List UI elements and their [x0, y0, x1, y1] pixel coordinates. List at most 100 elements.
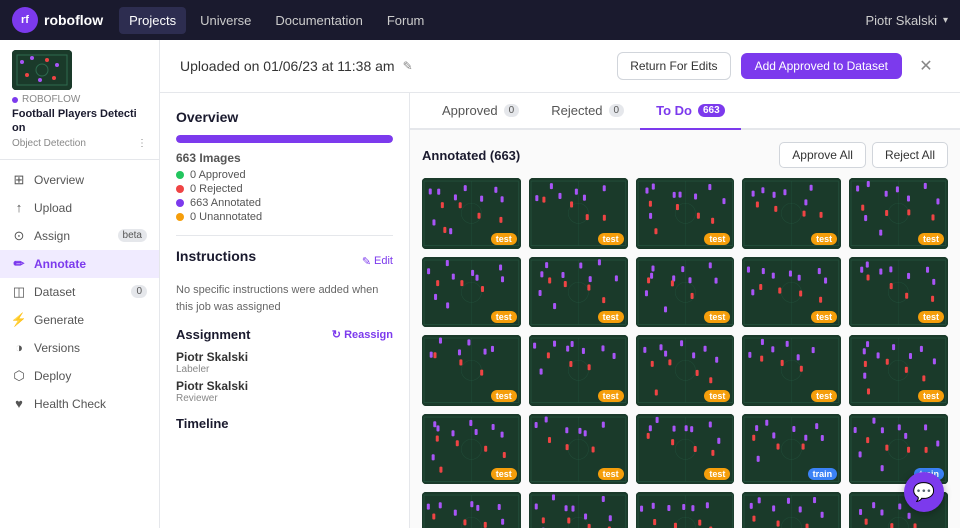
sidebar-item-generate[interactable]: ⚡ Generate — [0, 306, 159, 334]
annotated-header: Annotated (663) Approve All Reject All — [422, 142, 948, 168]
reject-all-button[interactable]: Reject All — [872, 142, 948, 168]
close-button[interactable]: ✕ — [912, 52, 940, 80]
sidebar-item-dataset[interactable]: ◫ Dataset 0 — [0, 278, 159, 306]
sidebar-item-label: Upload — [34, 201, 72, 215]
image-cell[interactable]: test — [636, 178, 735, 249]
sidebar-item-label: Dataset — [34, 285, 75, 299]
logo[interactable]: rf roboflow — [12, 7, 103, 33]
sidebar-item-label: Annotate — [34, 257, 86, 271]
divider-1 — [176, 235, 393, 236]
nav-universe[interactable]: Universe — [190, 7, 261, 34]
project-type: Object Detection ⋮ — [12, 138, 147, 149]
image-cell[interactable]: test — [742, 492, 841, 528]
content-area: Uploaded on 01/06/23 at 11:38 am ✎ Retur… — [160, 40, 960, 528]
sidebar-item-upload[interactable]: ↑ Upload — [0, 194, 159, 222]
nav-projects[interactable]: Projects — [119, 7, 186, 34]
reassign-link[interactable]: ↻ Reassign — [332, 328, 393, 341]
image-tag: test — [598, 311, 624, 323]
image-cell[interactable]: test — [636, 335, 735, 406]
edit-title-icon[interactable]: ✎ — [403, 59, 413, 73]
nav-documentation[interactable]: Documentation — [265, 7, 372, 34]
project-options-icon[interactable]: ⋮ — [137, 138, 147, 149]
image-cell[interactable]: test — [742, 257, 841, 328]
image-cell[interactable]: test — [742, 178, 841, 249]
approved-dot — [176, 171, 184, 179]
sidebar-item-annotate[interactable]: ✏ Annotate — [0, 250, 159, 278]
image-cell[interactable]: test — [636, 414, 735, 485]
tab-todo[interactable]: To Do 663 — [640, 93, 741, 130]
sidebar-item-versions[interactable]: ◑ Versions — [0, 334, 159, 362]
tab-approved[interactable]: Approved 0 — [426, 93, 535, 130]
image-cell[interactable]: test — [529, 414, 628, 485]
timeline-title: Timeline — [176, 416, 393, 431]
image-cell[interactable]: test — [529, 335, 628, 406]
return-for-edits-button[interactable]: Return For Edits — [617, 52, 730, 80]
add-approved-to-dataset-button[interactable]: Add Approved to Dataset — [741, 53, 902, 79]
approve-all-button[interactable]: Approve All — [779, 142, 866, 168]
image-cell[interactable]: test — [636, 257, 735, 328]
image-cell[interactable]: test — [422, 178, 521, 249]
image-cell[interactable]: test — [422, 335, 521, 406]
progress-bar-fill — [176, 135, 393, 143]
sidebar-project: ROBOFLOW Football Players Detecti on Obj… — [0, 40, 159, 160]
chat-button[interactable]: 💬 — [904, 472, 944, 512]
reviewer-role: Reviewer — [176, 393, 393, 404]
sidebar-item-label: Overview — [34, 173, 84, 187]
image-tag: test — [918, 311, 944, 323]
user-menu[interactable]: Piotr Skalski ▾ — [865, 13, 948, 28]
image-cell[interactable]: test — [849, 257, 948, 328]
tab-todo-badge: 663 — [698, 104, 725, 117]
page-title: Uploaded on 01/06/23 at 11:38 am ✎ — [180, 58, 607, 74]
sidebar-item-health-check[interactable]: ♥ Health Check — [0, 390, 159, 418]
sidebar-item-assign[interactable]: ⊙ Assign beta — [0, 222, 159, 250]
sidebar-item-overview[interactable]: ⊞ Overview — [0, 166, 159, 194]
image-cell[interactable]: test — [742, 335, 841, 406]
image-cell[interactable]: test — [529, 492, 628, 528]
user-name: Piotr Skalski — [865, 13, 937, 28]
stat-annotated: 663 Annotated — [176, 197, 393, 209]
tabs-bar: Approved 0 Rejected 0 To Do 663 — [410, 93, 960, 130]
edit-instructions-link[interactable]: ✎ Edit — [362, 255, 393, 268]
image-cell[interactable]: test — [422, 257, 521, 328]
edit-label: Edit — [374, 255, 393, 267]
image-cell[interactable]: test — [849, 335, 948, 406]
approved-label: 0 Approved — [190, 169, 246, 181]
chat-icon: 💬 — [913, 482, 935, 503]
project-name[interactable]: Football Players Detecti on — [12, 107, 147, 136]
left-panel: Overview 663 Images 0 Approved 0 Rejecte… — [160, 93, 410, 528]
rejected-dot — [176, 185, 184, 193]
nav-forum[interactable]: Forum — [377, 7, 435, 34]
image-cell[interactable]: test — [422, 414, 521, 485]
edit-icon: ✎ — [362, 255, 371, 268]
project-thumbnail-image — [12, 50, 72, 90]
assign-icon: ⊙ — [12, 229, 26, 243]
health-check-icon: ♥ — [12, 397, 26, 411]
sidebar-brand: ROBOFLOW — [12, 94, 147, 105]
sidebar-item-label: Assign — [34, 229, 70, 243]
image-cell[interactable]: test — [849, 178, 948, 249]
upload-icon: ↑ — [12, 201, 26, 215]
image-tag: test — [918, 233, 944, 245]
image-cell[interactable]: test — [529, 178, 628, 249]
main-body: ROBOFLOW Football Players Detecti on Obj… — [0, 40, 960, 528]
image-cell[interactable]: test — [529, 257, 628, 328]
reassign-label: Reassign — [344, 329, 393, 341]
brand-dot — [12, 97, 18, 103]
image-thumbnail-22 — [636, 492, 735, 528]
image-tag: test — [811, 390, 837, 402]
image-cell[interactable]: test — [636, 492, 735, 528]
image-cell[interactable]: train — [742, 414, 841, 485]
annotated-label: 663 Annotated — [190, 197, 261, 209]
sidebar-item-label: Health Check — [34, 397, 106, 411]
image-tag: test — [704, 233, 730, 245]
tab-rejected[interactable]: Rejected 0 — [535, 93, 640, 130]
sidebar-item-deploy[interactable]: ⬡ Deploy — [0, 362, 159, 390]
image-tag: test — [704, 311, 730, 323]
image-cell[interactable]: test — [422, 492, 521, 528]
image-thumbnail-23 — [742, 492, 841, 528]
instructions-text: No specific instructions were added when… — [176, 282, 393, 315]
sidebar-item-label: Generate — [34, 313, 84, 327]
upload-date-title: Uploaded on 01/06/23 at 11:38 am — [180, 58, 395, 74]
brand-name: ROBOFLOW — [22, 94, 80, 105]
total-images-label: 663 Images — [176, 151, 393, 165]
